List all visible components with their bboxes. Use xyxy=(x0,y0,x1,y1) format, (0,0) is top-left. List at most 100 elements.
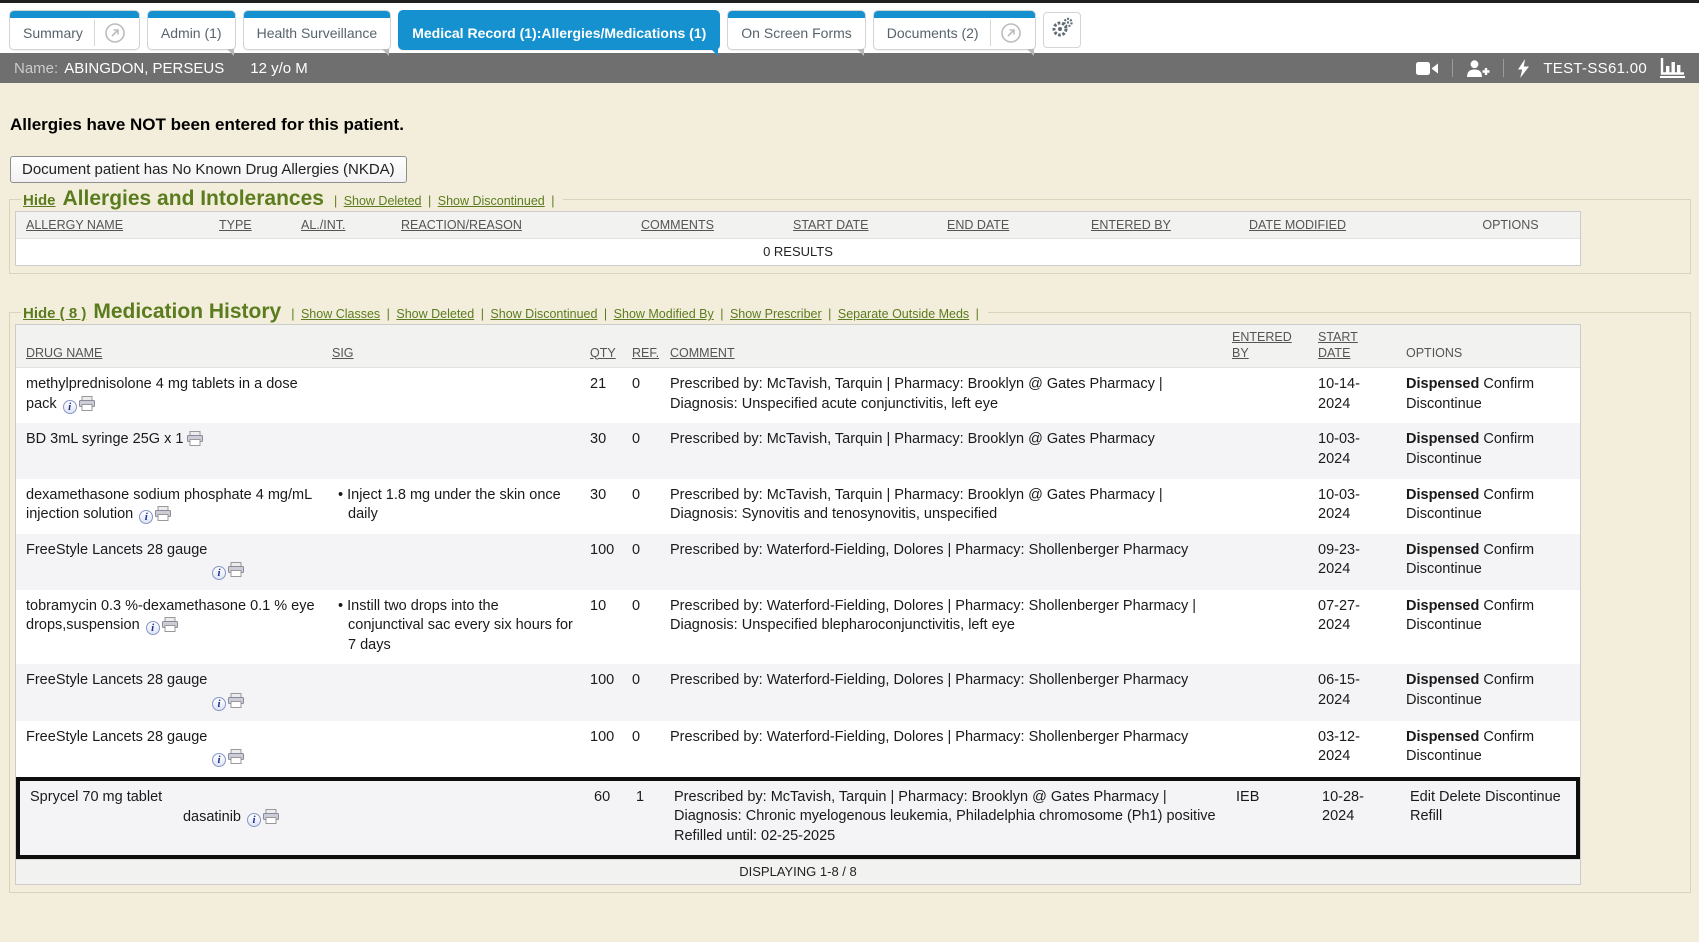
col-type[interactable]: TYPE xyxy=(209,212,291,238)
ref-cell: 0 xyxy=(622,721,660,777)
entered-by-cell xyxy=(1222,590,1308,665)
add-person-icon[interactable] xyxy=(1466,60,1490,77)
col-entered-by[interactable]: ENTERED BY xyxy=(1222,325,1308,367)
discontinue-link[interactable]: Discontinue xyxy=(1406,561,1482,577)
confirm-link[interactable]: Confirm xyxy=(1483,542,1534,558)
start-date-cell: 09-23-2024 xyxy=(1308,534,1396,590)
col-reaction-reason[interactable]: REACTION/REASON xyxy=(391,212,631,238)
start-date-cell: 10-28-2024 xyxy=(1312,781,1400,856)
dispensed-status: Dispensed xyxy=(1406,376,1479,392)
discontinue-link[interactable]: Discontinue xyxy=(1485,789,1561,805)
confirm-link[interactable]: Confirm xyxy=(1483,431,1534,447)
col-end-date[interactable]: END DATE xyxy=(937,212,1081,238)
show-classes-link[interactable]: Show Classes xyxy=(301,307,380,321)
col-comment[interactable]: COMMENT xyxy=(660,341,1222,368)
confirm-link[interactable]: Confirm xyxy=(1483,487,1534,503)
info-icon[interactable]: i xyxy=(63,400,77,414)
col-drug-name[interactable]: DRUG NAME xyxy=(16,341,322,368)
confirm-link[interactable]: Confirm xyxy=(1483,598,1534,614)
discontinue-link[interactable]: Discontinue xyxy=(1406,506,1482,522)
popout-icon[interactable] xyxy=(104,22,126,44)
start-date-cell: 10-14-2024 xyxy=(1308,368,1396,423)
generic-name: dasatinib xyxy=(183,809,241,825)
discontinue-link[interactable]: Discontinue xyxy=(1406,617,1482,633)
tab-medical-record-allergies-medications[interactable]: Medical Record (1):Allergies/Medications… xyxy=(398,10,720,50)
show-modified-by-link[interactable]: Show Modified By xyxy=(614,307,714,321)
show-discontinued-link[interactable]: Show Discontinued xyxy=(490,307,597,321)
col-ref[interactable]: REF. xyxy=(622,341,660,368)
info-icon[interactable]: i xyxy=(212,566,226,580)
lightning-icon[interactable] xyxy=(1517,59,1530,78)
chart-icon[interactable] xyxy=(1660,58,1685,78)
options-cell: Dispensed Confirm Discontinue xyxy=(1396,534,1580,590)
tab-on-screen-forms[interactable]: On Screen Forms xyxy=(727,10,865,50)
col-entered-by[interactable]: ENTERED BY xyxy=(1081,212,1239,238)
medication-row: dexamethasone sodium phosphate 4 mg/mL i… xyxy=(16,479,1580,534)
delete-link[interactable]: Delete xyxy=(1439,789,1481,805)
comment-cell: Prescribed by: McTavish, Tarquin | Pharm… xyxy=(660,368,1222,423)
print-icon[interactable] xyxy=(263,809,279,824)
dispensed-status: Dispensed xyxy=(1406,542,1479,558)
print-icon[interactable] xyxy=(228,693,244,708)
col-sig[interactable]: SIG xyxy=(322,341,580,368)
drug-name-cell: dexamethasone sodium phosphate 4 mg/mL i… xyxy=(16,479,322,534)
confirm-link[interactable]: Confirm xyxy=(1483,376,1534,392)
print-icon[interactable] xyxy=(155,506,171,521)
confirm-link[interactable]: Confirm xyxy=(1483,729,1534,745)
ref-cell: 0 xyxy=(622,479,660,534)
medication-row: FreeStyle Lancets 28 gauge i 100 0 Presc… xyxy=(16,534,1580,590)
discontinue-link[interactable]: Discontinue xyxy=(1406,692,1482,708)
dispensed-status: Dispensed xyxy=(1406,487,1479,503)
drug-name-cell: BD 3mL syringe 25G x 1 xyxy=(16,423,322,478)
entered-by-cell xyxy=(1222,423,1308,478)
info-icon[interactable]: i xyxy=(139,510,153,524)
dispensed-status: Dispensed xyxy=(1406,729,1479,745)
show-prescriber-link[interactable]: Show Prescriber xyxy=(730,307,822,321)
paging-status: DISPLAYING 1-8 / 8 xyxy=(16,859,1580,884)
nkda-button[interactable]: Document patient has No Known Drug Aller… xyxy=(10,156,407,183)
refill-link[interactable]: Refill xyxy=(1410,808,1442,824)
col-date-modified[interactable]: DATE MODIFIED xyxy=(1239,212,1435,238)
show-deleted-link[interactable]: Show Deleted xyxy=(396,307,474,321)
allergies-hide-link[interactable]: Hide xyxy=(23,192,56,209)
info-icon[interactable]: i xyxy=(212,753,226,767)
settings-button[interactable] xyxy=(1043,12,1081,48)
info-icon[interactable]: i xyxy=(146,621,160,635)
toolbar-separator xyxy=(1452,59,1453,77)
info-icon[interactable]: i xyxy=(247,813,261,827)
col-start-date[interactable]: START DATE xyxy=(1308,325,1396,367)
show-discontinued-link[interactable]: Show Discontinued xyxy=(438,194,545,208)
camera-icon[interactable] xyxy=(1416,61,1439,76)
medication-row: tobramycin 0.3 %-dexamethasone 0.1 % eye… xyxy=(16,590,1580,665)
info-icon[interactable]: i xyxy=(212,697,226,711)
discontinue-link[interactable]: Discontinue xyxy=(1406,396,1482,412)
print-icon[interactable] xyxy=(228,749,244,764)
tab-admin[interactable]: Admin (1) xyxy=(147,10,236,50)
drug-name-cell: methylprednisolone 4 mg tablets in a dos… xyxy=(16,368,322,423)
col-allergy-name[interactable]: ALLERGY NAME xyxy=(16,212,209,238)
confirm-link[interactable]: Confirm xyxy=(1483,672,1534,688)
print-icon[interactable] xyxy=(79,396,95,411)
col-qty[interactable]: QTY xyxy=(580,341,622,368)
discontinue-link[interactable]: Discontinue xyxy=(1406,748,1482,764)
edit-link[interactable]: Edit xyxy=(1410,789,1435,805)
tab-summary[interactable]: Summary xyxy=(9,10,140,50)
separate-outside-meds-link[interactable]: Separate Outside Meds xyxy=(838,307,969,321)
tab-documents[interactable]: Documents (2) xyxy=(873,10,1036,50)
start-date-cell: 10-03-2024 xyxy=(1308,423,1396,478)
sig-cell: Inject 1.8 mg under the skin once daily xyxy=(322,479,580,534)
col-comments[interactable]: COMMENTS xyxy=(631,212,783,238)
print-icon[interactable] xyxy=(187,431,203,446)
print-icon[interactable] xyxy=(228,562,244,577)
tab-health-surveillance[interactable]: Health Surveillance xyxy=(243,10,392,50)
discontinue-link[interactable]: Discontinue xyxy=(1406,451,1482,467)
print-icon[interactable] xyxy=(162,617,178,632)
medications-hide-link[interactable]: Hide ( 8 ) xyxy=(23,305,86,322)
col-start-date[interactable]: START DATE xyxy=(783,212,937,238)
col-al-int[interactable]: AL./INT. xyxy=(291,212,391,238)
dispensed-status: Dispensed xyxy=(1406,598,1479,614)
sig-cell xyxy=(322,721,580,777)
popout-icon[interactable] xyxy=(1000,22,1022,44)
show-deleted-link[interactable]: Show Deleted xyxy=(344,194,422,208)
refilled-until-note: Refilled until: 02-25-2025 xyxy=(674,827,1222,847)
